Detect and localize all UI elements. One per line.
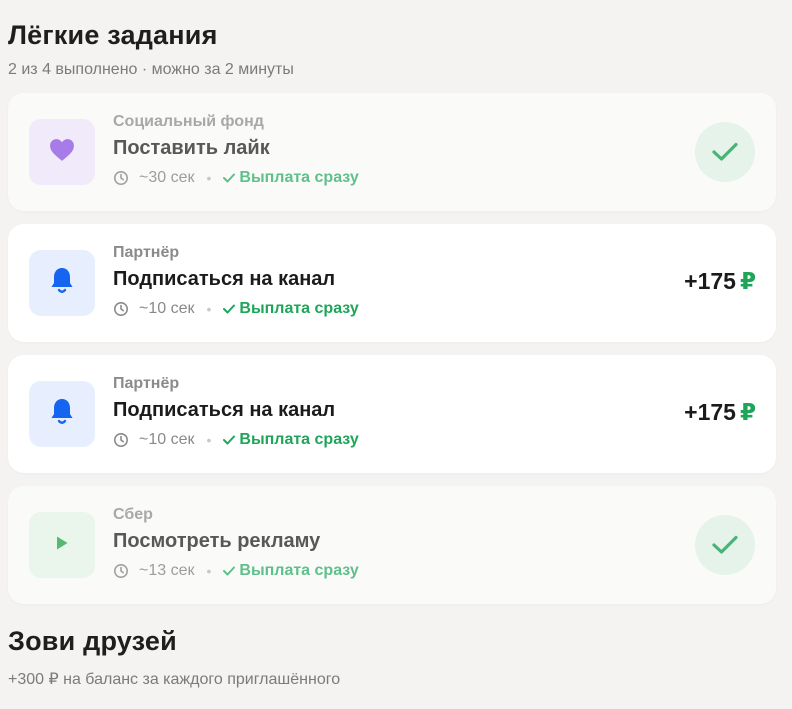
play-icon	[55, 535, 69, 556]
reward-amount: +175 ₽	[684, 399, 756, 426]
checkmark-icon	[712, 535, 738, 554]
bell-icon	[49, 266, 75, 301]
ruble-sign: ₽	[739, 399, 756, 425]
easy-tasks-section: Лёгкие задания 2 из 4 выполнено · можно …	[8, 20, 776, 604]
task-duration: ~10 сек	[139, 300, 195, 317]
payout-label: Выплата сразу	[239, 562, 359, 579]
task-card-like[interactable]: Социальный фонд Поставить лайк ~30 сек •…	[8, 93, 776, 211]
tasks-screen: Лёгкие задания 2 из 4 выполнено · можно …	[0, 0, 792, 689]
section-title: Зови друзей	[8, 626, 177, 656]
task-card-watch-ad[interactable]: Сбер Посмотреть рекламу ~13 сек • Выплат…	[8, 486, 776, 604]
bell-icon	[49, 397, 75, 432]
payout-label: Выплата сразу	[239, 169, 359, 186]
task-source: Партнёр	[113, 244, 180, 261]
check-small-icon	[223, 173, 236, 183]
task-title: Поставить лайк	[113, 137, 270, 159]
payout-badge: Выплата сразу	[223, 562, 359, 580]
task-icon-box	[29, 250, 95, 316]
payout-badge: Выплата сразу	[223, 300, 359, 318]
task-meta: ~13 сек • Выплата сразу	[113, 562, 359, 580]
clock-icon	[113, 301, 129, 317]
task-meta: ~30 сек • Выплата сразу	[113, 169, 359, 187]
task-source: Социальный фонд	[113, 113, 264, 130]
clock-icon	[113, 170, 129, 186]
reward-value: +175	[684, 399, 736, 425]
check-small-icon	[223, 566, 236, 576]
heart-icon	[49, 138, 75, 167]
invite-friends-section: Зови друзей +300 ₽ на баланс за каждого …	[8, 626, 776, 689]
ruble-sign: ₽	[739, 268, 756, 294]
reward-value: +175	[684, 268, 736, 294]
task-meta: ~10 сек • Выплата сразу	[113, 431, 359, 449]
reward-amount: +175 ₽	[684, 268, 756, 295]
task-card-subscribe[interactable]: Партнёр Подписаться на канал ~10 сек • В…	[8, 224, 776, 342]
task-duration: ~13 сек	[139, 562, 195, 579]
clock-icon	[113, 563, 129, 579]
task-icon-box	[29, 119, 95, 185]
clock-icon	[113, 432, 129, 448]
meta-separator: •	[206, 170, 212, 186]
task-title: Подписаться на канал	[113, 268, 336, 290]
checkmark-icon	[712, 142, 738, 161]
meta-separator: •	[206, 563, 212, 579]
section-subtitle: +300 ₽ на баланс за каждого приглашённог…	[8, 671, 341, 688]
task-source: Партнёр	[113, 375, 180, 392]
task-text: Социальный фонд Поставить лайк ~30 сек •…	[113, 113, 359, 187]
meta-separator: •	[206, 432, 212, 448]
task-meta: ~10 сек • Выплата сразу	[113, 300, 359, 318]
task-text: Сбер Посмотреть рекламу ~13 сек • Выплат…	[113, 506, 359, 580]
section-title: Лёгкие задания	[8, 20, 218, 50]
payout-label: Выплата сразу	[239, 431, 359, 448]
completed-check	[695, 122, 755, 182]
task-title: Посмотреть рекламу	[113, 530, 321, 552]
completed-check	[695, 515, 755, 575]
payout-badge: Выплата сразу	[223, 169, 359, 187]
task-text: Партнёр Подписаться на канал ~10 сек • В…	[113, 244, 359, 318]
check-small-icon	[223, 304, 236, 314]
task-duration: ~10 сек	[139, 431, 195, 448]
section-subtitle: 2 из 4 выполнено · можно за 2 минуты	[8, 61, 294, 78]
payout-badge: Выплата сразу	[223, 431, 359, 449]
task-source: Сбер	[113, 506, 153, 523]
task-list: Социальный фонд Поставить лайк ~30 сек •…	[8, 93, 776, 604]
meta-separator: •	[206, 301, 212, 317]
task-title: Подписаться на канал	[113, 399, 336, 421]
check-small-icon	[223, 435, 236, 445]
payout-label: Выплата сразу	[239, 300, 359, 317]
task-card-subscribe[interactable]: Партнёр Подписаться на канал ~10 сек • В…	[8, 355, 776, 473]
task-duration: ~30 сек	[139, 169, 195, 186]
task-text: Партнёр Подписаться на канал ~10 сек • В…	[113, 375, 359, 449]
task-icon-box	[29, 381, 95, 447]
task-icon-box	[29, 512, 95, 578]
